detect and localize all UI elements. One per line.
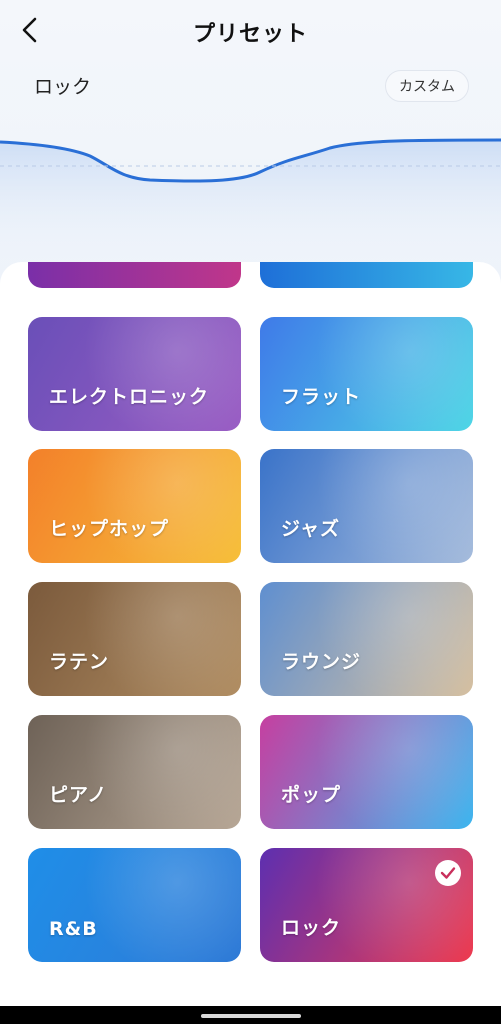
- preset-card-lounge[interactable]: ラウンジ: [260, 582, 473, 696]
- preset-card-pop[interactable]: ポップ: [260, 715, 473, 829]
- preset-card-piano[interactable]: ピアノ: [28, 715, 241, 829]
- home-indicator[interactable]: [201, 1014, 301, 1018]
- card-label: R&B: [49, 918, 98, 940]
- preset-card-partial[interactable]: [28, 262, 241, 288]
- card-background: [28, 317, 241, 431]
- card-label: フラット: [281, 386, 362, 408]
- card-background: [260, 317, 473, 431]
- card-label: ジャズ: [281, 518, 341, 540]
- preset-card-electronic[interactable]: エレクトロニック: [28, 317, 241, 431]
- card-background: [260, 715, 473, 829]
- preset-card-latin[interactable]: ラテン: [28, 582, 241, 696]
- card-background: [28, 582, 241, 696]
- preset-card-flat[interactable]: フラット: [260, 317, 473, 431]
- preset-card-jazz[interactable]: ジャズ: [260, 449, 473, 563]
- card-background: [28, 848, 241, 962]
- current-preset-name: ロック: [34, 76, 92, 98]
- page-title: プリセット: [192, 22, 308, 47]
- eq-preview-area: プリセット ロック カスタム: [0, 0, 501, 290]
- card-background: [28, 715, 241, 829]
- header: プリセット: [0, 0, 501, 62]
- card-label: ヒップホップ: [49, 518, 170, 540]
- card-label: ポップ: [281, 784, 342, 806]
- preset-card-rock[interactable]: ロック: [260, 848, 473, 962]
- eq-curve: [0, 138, 501, 268]
- card-label: ラウンジ: [281, 651, 362, 673]
- preset-card-hiphop[interactable]: ヒップホップ: [28, 449, 241, 563]
- card-background: [260, 449, 473, 563]
- card-background: [260, 582, 473, 696]
- card-label: ピアノ: [49, 784, 108, 806]
- preset-grid-panel: エレクトロニック フラット ヒップホップ ジャズ ラテン ラウンジ ピアノ ポッ…: [0, 262, 501, 1006]
- selected-check-icon: [435, 860, 461, 886]
- card-label: ロック: [281, 917, 342, 939]
- custom-button[interactable]: カスタム: [385, 70, 469, 102]
- card-label: ラテン: [49, 651, 110, 673]
- card-label: エレクトロニック: [49, 386, 210, 408]
- card-background: [28, 449, 241, 563]
- preset-card-partial[interactable]: [260, 262, 473, 288]
- preset-card-rnb[interactable]: R&B: [28, 848, 241, 962]
